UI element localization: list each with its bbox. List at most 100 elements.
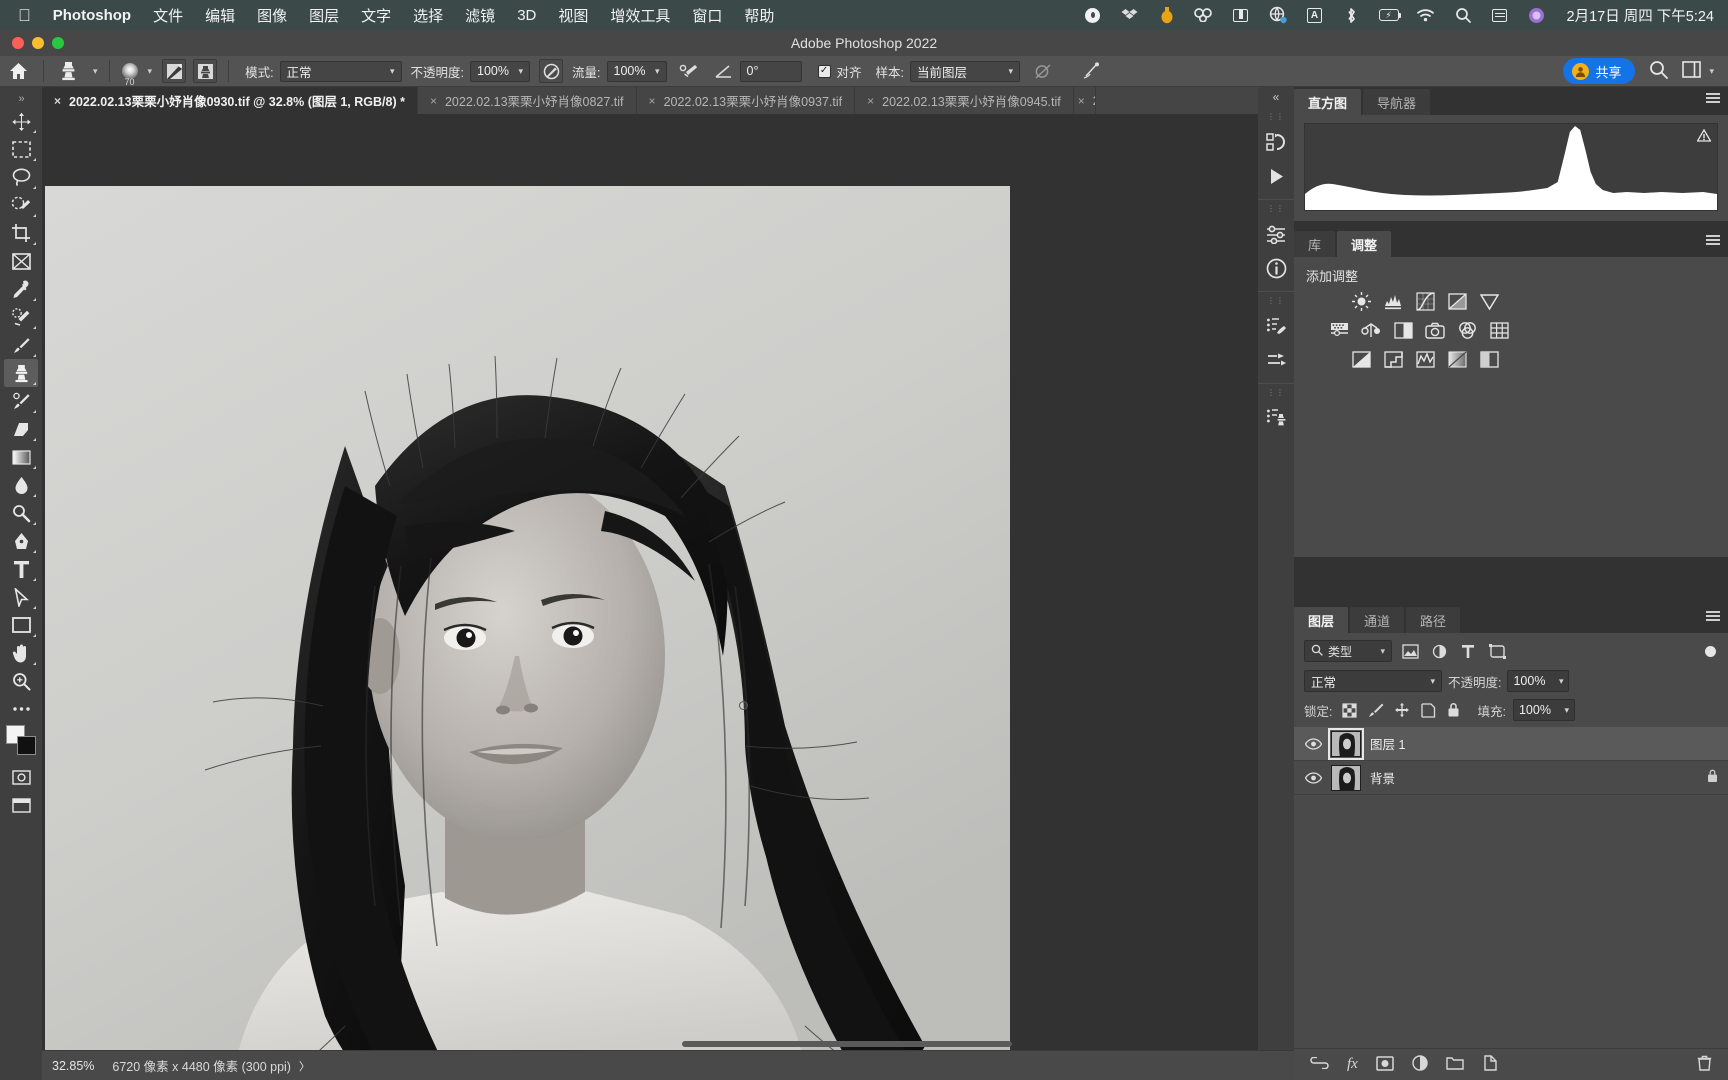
add-layer-mask-icon[interactable]: [1376, 1055, 1394, 1074]
battery-charging-icon[interactable]: ⚡: [1378, 5, 1402, 25]
crop-tool[interactable]: [4, 219, 38, 247]
apple-logo-icon[interactable]: : [18, 7, 31, 24]
record-icon[interactable]: [1083, 5, 1103, 25]
document-tab-2[interactable]: × 2022.02.13栗栗小妤肖像0937.tif: [636, 87, 856, 114]
menu-item-edit[interactable]: 编辑: [205, 5, 235, 26]
symmetry-icon[interactable]: [1078, 58, 1104, 84]
posterize-icon[interactable]: [1382, 349, 1404, 369]
blend-mode-select[interactable]: 正常 ▾: [1304, 670, 1442, 692]
eraser-tool[interactable]: [4, 415, 38, 443]
pressure-opacity-icon[interactable]: [539, 59, 564, 83]
menu-item-file[interactable]: 文件: [153, 5, 183, 26]
type-tool[interactable]: [4, 555, 38, 583]
menu-item-image[interactable]: 图像: [257, 5, 287, 26]
move-tool[interactable]: [4, 107, 38, 135]
color-lookup-icon[interactable]: [1488, 320, 1510, 340]
gradient-map-icon[interactable]: [1446, 349, 1468, 369]
layer-row-0[interactable]: 图层 1: [1294, 727, 1728, 761]
vibrance-icon[interactable]: [1478, 291, 1500, 311]
spotlight-search-icon[interactable]: [1453, 5, 1473, 25]
menu-item-select[interactable]: 选择: [413, 5, 443, 26]
canvas-horizontal-scrollbar[interactable]: [682, 1041, 1012, 1047]
chevron-down-icon[interactable]: ▾: [1709, 66, 1714, 77]
document-tab-4[interactable]: × 2: [1073, 87, 1096, 114]
opacity-input[interactable]: 100% ▾: [470, 60, 531, 82]
new-adjustment-layer-icon[interactable]: [1412, 1055, 1428, 1074]
rectangular-marquee-tool[interactable]: [4, 135, 38, 163]
color-swatches[interactable]: [4, 725, 38, 757]
menu-item-filter[interactable]: 滤镜: [465, 5, 495, 26]
filter-toggle-switch[interactable]: [1705, 645, 1716, 657]
clone-stamp-icon[interactable]: [55, 58, 81, 84]
tab-paths[interactable]: 路径: [1406, 607, 1461, 633]
menu-app-name[interactable]: Photoshop: [53, 7, 131, 24]
workspace-icon[interactable]: [1682, 61, 1702, 81]
menu-item-layer[interactable]: 图层: [309, 5, 339, 26]
display-icon[interactable]: [1231, 5, 1251, 25]
history-icon[interactable]: [1261, 125, 1291, 159]
menu-item-type[interactable]: 文字: [361, 5, 391, 26]
eye-icon[interactable]: [1304, 771, 1322, 784]
tab-channels[interactable]: 通道: [1350, 607, 1405, 633]
info-circle-icon[interactable]: [1261, 251, 1291, 285]
globe-sync-icon[interactable]: [1268, 5, 1288, 25]
background-color-swatch[interactable]: [17, 736, 36, 755]
threshold-icon[interactable]: [1414, 349, 1436, 369]
exposure-icon[interactable]: [1446, 291, 1468, 311]
menu-item-window[interactable]: 窗口: [692, 5, 722, 26]
frame-tool[interactable]: [4, 247, 38, 275]
layer-name[interactable]: 图层 1: [1370, 734, 1405, 753]
pen-tool[interactable]: [4, 527, 38, 555]
share-button[interactable]: 共享: [1563, 58, 1636, 84]
eyedropper-tool[interactable]: [4, 275, 38, 303]
menu-item-plugins[interactable]: 增效工具: [610, 5, 670, 26]
input-source-A-icon[interactable]: A: [1305, 5, 1325, 25]
canvas-stage[interactable]: [42, 114, 1294, 1050]
path-selection-tool[interactable]: [4, 583, 38, 611]
channel-mixer-icon[interactable]: [1456, 320, 1478, 340]
clone-stamp-tool[interactable]: [4, 359, 38, 387]
document-canvas[interactable]: [45, 186, 1010, 1050]
brush-presets-icon[interactable]: [1261, 309, 1291, 343]
layer-fill-input[interactable]: 100% ▾: [1512, 699, 1575, 721]
siri-icon[interactable]: [1527, 5, 1547, 25]
photo-filter-icon[interactable]: [1424, 320, 1446, 340]
brush-settings-list-icon[interactable]: [1261, 343, 1291, 377]
layer-filter-select[interactable]: 类型 ▾: [1304, 640, 1392, 662]
panel-grip[interactable]: ⋮⋮: [1267, 389, 1285, 397]
new-layer-icon[interactable]: [1482, 1055, 1497, 1074]
layer-thumbnail[interactable]: [1328, 727, 1364, 760]
invert-icon[interactable]: [1350, 349, 1372, 369]
panel-menu-icon[interactable]: [1706, 93, 1720, 103]
filter-pixel-icon[interactable]: [1399, 641, 1421, 661]
eye-icon[interactable]: [1304, 737, 1322, 750]
layer-row-1[interactable]: 背景: [1294, 761, 1728, 795]
brush-tool[interactable]: [4, 331, 38, 359]
spot-healing-brush-tool[interactable]: [4, 303, 38, 331]
zoom-tool[interactable]: [4, 667, 38, 695]
align-checkbox[interactable]: ✓: [817, 64, 831, 78]
panel-grip[interactable]: ⋮⋮: [1267, 205, 1285, 213]
angle-input[interactable]: 0°: [739, 60, 802, 82]
panel-menu-icon[interactable]: [1706, 611, 1720, 621]
macos-clock[interactable]: 2月17日 周四 下午5:24: [1567, 5, 1714, 26]
flow-input[interactable]: 100% ▾: [606, 60, 667, 82]
wifi-icon[interactable]: [1416, 5, 1436, 25]
layer-name[interactable]: 背景: [1370, 768, 1395, 787]
filter-adjustment-icon[interactable]: [1428, 641, 1450, 661]
levels-icon[interactable]: [1382, 291, 1404, 311]
filter-type-icon[interactable]: [1457, 641, 1479, 661]
sample-select[interactable]: 当前图层 ▾: [910, 60, 1021, 82]
panel-menu-icon[interactable]: [1706, 235, 1720, 245]
clone-source-list-icon[interactable]: [1261, 401, 1291, 435]
menu-item-help[interactable]: 帮助: [744, 5, 774, 26]
honey-icon[interactable]: [1157, 5, 1177, 25]
atom-icon[interactable]: [1194, 5, 1214, 25]
status-expand-arrow[interactable]: 〉: [299, 1058, 310, 1074]
lasso-tool[interactable]: [4, 163, 38, 191]
dropbox-icon[interactable]: [1120, 5, 1140, 25]
close-icon[interactable]: ×: [1078, 94, 1085, 108]
history-brush-tool[interactable]: [4, 387, 38, 415]
rectangle-tool[interactable]: [4, 611, 38, 639]
color-balance-icon[interactable]: [1360, 320, 1382, 340]
